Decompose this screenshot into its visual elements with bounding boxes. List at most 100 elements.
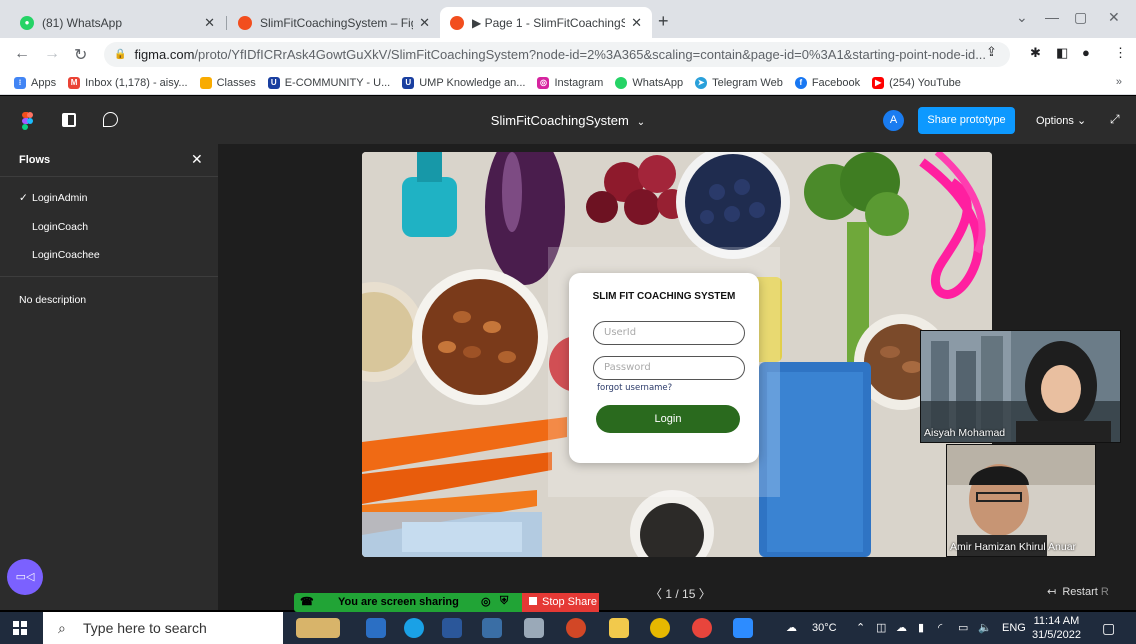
close-icon[interactable]: ✕ [631, 15, 642, 31]
share-prototype-button[interactable]: Share prototype [918, 107, 1015, 134]
chevron-down-icon[interactable]: ⌄ [1016, 9, 1028, 26]
close-window-button[interactable]: ✕ [1108, 9, 1120, 26]
bookmark-gmail[interactable]: M Inbox (1,178) - aisy... [68, 76, 188, 89]
restart-label: Restart [1062, 586, 1098, 598]
url-domain: figma.com [134, 47, 195, 62]
flows-title: Flows [19, 154, 51, 166]
share-icon[interactable]: ⇪ [986, 44, 997, 60]
sharing-text: You are screen sharing [338, 596, 459, 608]
language-indicator[interactable]: ENG [1002, 612, 1026, 644]
temperature: 30°C [812, 622, 837, 634]
video-call-button[interactable]: ▭◁ [7, 559, 43, 595]
flow-item-loginadmin[interactable]: ✓ LoginAdmin [19, 192, 87, 204]
tab-title: (81) WhatsApp [42, 15, 123, 30]
password-input[interactable]: Password [593, 356, 745, 380]
flows-panel: Flows ✕ ✓ LoginAdmin LoginCoach LoginCoac… [0, 144, 218, 610]
bookmark-youtube[interactable]: ▶ (254) YouTube [872, 76, 961, 89]
figma-icon [238, 15, 252, 30]
volume-icon[interactable]: 🔈 [978, 612, 992, 644]
options-label: Options [1036, 115, 1074, 127]
flow-item-logincoachee[interactable]: LoginCoachee [19, 249, 100, 261]
tab-figma-prototype[interactable]: ▶ Page 1 - SlimFitCoachingSyste ✕ [440, 7, 652, 38]
chevron-down-icon: ⌄ [1076, 115, 1087, 127]
chrome-active-icon[interactable] [692, 618, 712, 638]
close-icon[interactable]: ✕ [191, 151, 203, 168]
userid-input[interactable]: UserId [593, 321, 745, 345]
login-button[interactable]: Login [596, 405, 740, 433]
bookmark-ecommunity[interactable]: U E-COMMUNITY - U... [267, 76, 390, 89]
edge-icon[interactable] [404, 618, 424, 638]
forgot-username-link[interactable]: forgot username? [597, 383, 672, 393]
participant-name: Amir Hamizan Khirul Anuar [950, 541, 1077, 553]
back-button[interactable]: ← [14, 45, 30, 63]
address-bar[interactable]: 🔒 figma.com/proto/YfIDfICRrAsk4GowtGuXkV… [104, 42, 1010, 67]
options-menu[interactable]: Options ⌄ [1036, 114, 1086, 127]
chrome-icon[interactable] [650, 618, 670, 638]
side-panel-icon[interactable]: ◧ [1056, 45, 1068, 61]
snipping-tool-icon[interactable] [524, 618, 544, 638]
video-tile-participant-2[interactable]: Amir Hamizan Khirul Anuar [946, 444, 1096, 557]
gmail-icon: M [68, 76, 81, 89]
calculator-icon[interactable] [482, 618, 502, 638]
figma-toolbar: SlimFitCoachingSystem ⌄ A Share prototype… [0, 96, 1136, 144]
bookmarks-overflow-button[interactable]: » [1116, 76, 1122, 88]
date: 31/5/2022 [1032, 629, 1081, 641]
clock[interactable]: 11:14 AM 31/5/2022 [1032, 614, 1081, 642]
notifications-icon[interactable]: ▢ [1102, 612, 1115, 644]
bookmark-classes[interactable]: Classes [199, 76, 256, 89]
taskbar-search-input[interactable]: ⌕ Type here to search [43, 612, 283, 644]
extensions-icon[interactable]: ✱ [1030, 45, 1041, 61]
restart-button[interactable]: ↤ Restart R [1047, 585, 1109, 598]
stop-share-button[interactable]: Stop Share [522, 593, 599, 612]
zoom-icon[interactable] [733, 618, 753, 638]
mail-icon[interactable] [366, 618, 386, 638]
flow-item-logincoach[interactable]: LoginCoach [19, 221, 88, 233]
chevron-right-icon[interactable]: 〉 [695, 587, 711, 601]
menu-icon[interactable]: ⋮ [1114, 45, 1127, 61]
youtube-icon: ▶ [872, 76, 885, 89]
close-icon[interactable]: ✕ [204, 15, 215, 31]
chevron-up-icon[interactable]: ⌃ [856, 612, 865, 644]
flow-label: LoginAdmin [32, 192, 88, 204]
bookmark-instagram[interactable]: ◎ Instagram [537, 76, 604, 89]
bookmark-apps[interactable]: ⁝ Apps [14, 76, 56, 89]
onedrive-icon[interactable]: ☁ [896, 612, 907, 644]
video-tile-participant-1[interactable]: Aisyah Mohamad [920, 330, 1121, 443]
tab-whatsapp[interactable]: ● (81) WhatsApp ✕ [10, 7, 225, 38]
wifi-icon[interactable]: ◜ [938, 612, 942, 644]
bookmark-facebook[interactable]: f Facebook [794, 76, 860, 89]
powerpoint-icon[interactable] [566, 618, 586, 638]
word-icon[interactable] [442, 618, 462, 638]
weather-icon[interactable]: ☁ [786, 612, 797, 644]
pen-icon[interactable]: ▮ [918, 612, 924, 644]
flow-description: No description [19, 294, 87, 306]
bookmark-label: WhatsApp [632, 76, 684, 89]
bookmark-label: Instagram [554, 76, 604, 89]
bookmark-ump-knowledge[interactable]: U UMP Knowledge an... [402, 76, 525, 89]
widgets-icon[interactable] [296, 618, 340, 638]
page-counter: 1 / 15 [665, 587, 696, 601]
checkmark-icon: ✓ [19, 192, 28, 204]
search-placeholder: Type here to search [83, 620, 207, 636]
close-icon[interactable]: ✕ [419, 15, 430, 31]
bookmark-telegram[interactable]: ➤ Telegram Web [695, 76, 783, 89]
tray-app-icon[interactable]: ◫ [876, 612, 886, 644]
tab-figma-editor[interactable]: SlimFitCoachingSystem – Figma ✕ [228, 7, 440, 38]
new-tab-button[interactable]: + [658, 11, 669, 32]
avatar[interactable]: A [883, 110, 904, 131]
windows-start-icon[interactable] [13, 621, 27, 635]
battery-icon[interactable]: ▭ [958, 612, 968, 644]
login-title: SLIM FIT COACHING SYSTEM [592, 291, 736, 302]
chevron-left-icon[interactable]: 〈 [650, 587, 665, 601]
bookmark-whatsapp[interactable]: WhatsApp [615, 76, 684, 89]
facebook-icon: f [794, 76, 807, 89]
profile-icon[interactable]: ● [1082, 45, 1090, 60]
expand-icon[interactable]: ⤢ [1110, 112, 1120, 127]
participant-name: Aisyah Mohamad [924, 427, 1006, 439]
maximize-button[interactable]: ▢ [1074, 9, 1087, 26]
restart-icon: ↤ [1047, 586, 1057, 598]
file-explorer-icon[interactable] [609, 618, 629, 638]
forward-button[interactable]: → [44, 45, 60, 63]
reload-button[interactable]: ↻ [74, 45, 87, 65]
minimize-button[interactable]: — [1045, 9, 1059, 25]
